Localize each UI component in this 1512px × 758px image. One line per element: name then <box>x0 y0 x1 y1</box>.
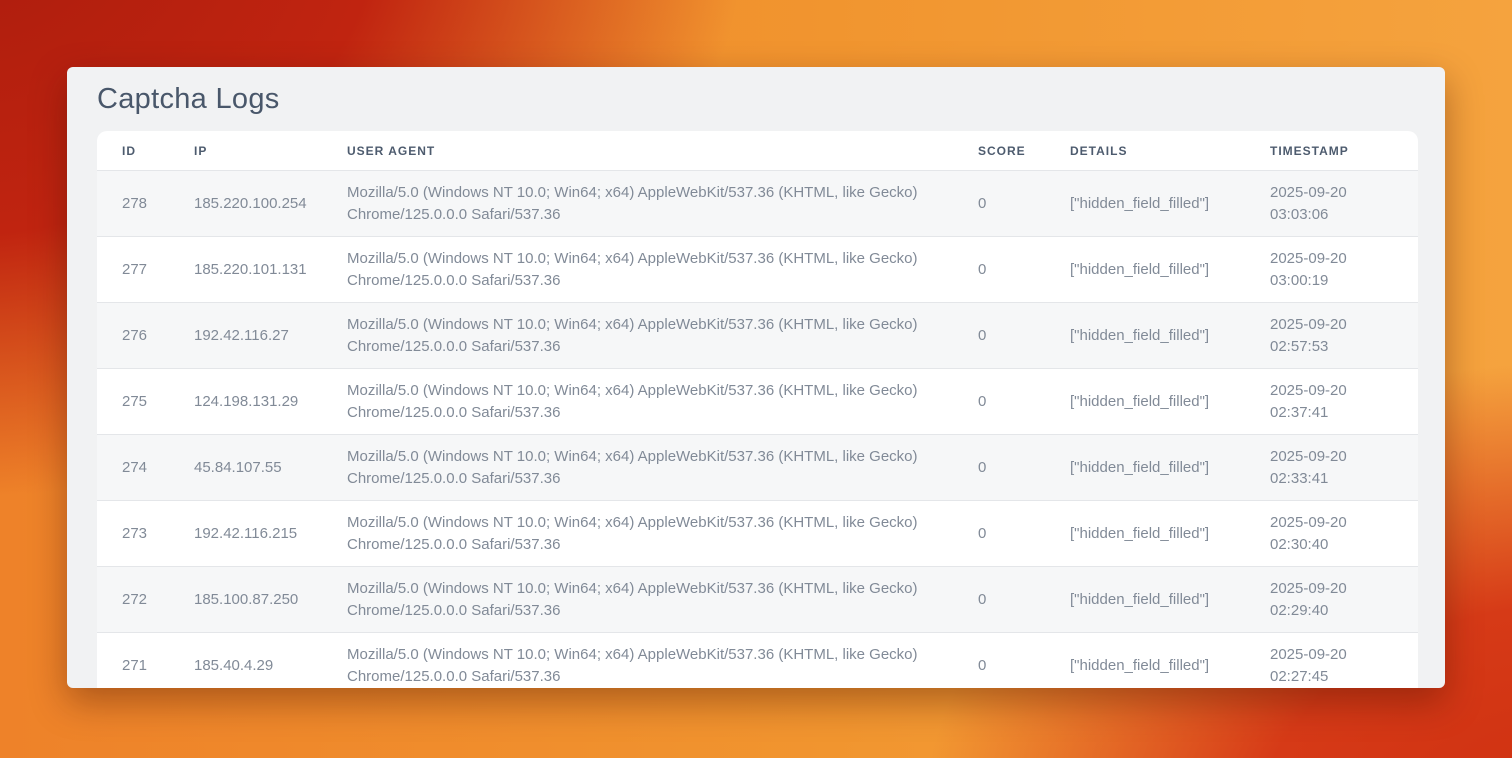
cell-ip: 185.220.101.131 <box>169 237 322 303</box>
cell-user-agent: Mozilla/5.0 (Windows NT 10.0; Win64; x64… <box>322 237 953 303</box>
column-header-score: SCORE <box>953 131 1045 171</box>
cell-id: 272 <box>97 567 169 633</box>
cell-user-agent: Mozilla/5.0 (Windows NT 10.0; Win64; x64… <box>322 171 953 237</box>
table-row: 274 45.84.107.55 Mozilla/5.0 (Windows NT… <box>97 435 1418 501</box>
cell-user-agent: Mozilla/5.0 (Windows NT 10.0; Win64; x64… <box>322 567 953 633</box>
column-header-user-agent: USER AGENT <box>322 131 953 171</box>
cell-details: ["hidden_field_filled"] <box>1045 567 1245 633</box>
cell-user-agent: Mozilla/5.0 (Windows NT 10.0; Win64; x64… <box>322 501 953 567</box>
table-row: 275 124.198.131.29 Mozilla/5.0 (Windows … <box>97 369 1418 435</box>
cell-id: 274 <box>97 435 169 501</box>
cell-details: ["hidden_field_filled"] <box>1045 501 1245 567</box>
cell-user-agent: Mozilla/5.0 (Windows NT 10.0; Win64; x64… <box>322 435 953 501</box>
cell-user-agent: Mozilla/5.0 (Windows NT 10.0; Win64; x64… <box>322 633 953 689</box>
cell-id: 271 <box>97 633 169 689</box>
cell-timestamp: 2025-09-20 02:27:45 <box>1245 633 1418 689</box>
cell-user-agent: Mozilla/5.0 (Windows NT 10.0; Win64; x64… <box>322 303 953 369</box>
cell-details: ["hidden_field_filled"] <box>1045 237 1245 303</box>
table-row: 271 185.40.4.29 Mozilla/5.0 (Windows NT … <box>97 633 1418 689</box>
cell-details: ["hidden_field_filled"] <box>1045 633 1245 689</box>
cell-timestamp: 2025-09-20 03:03:06 <box>1245 171 1418 237</box>
cell-id: 278 <box>97 171 169 237</box>
cell-id: 277 <box>97 237 169 303</box>
logs-table-container: ID IP USER AGENT SCORE DETAILS TIMESTAMP… <box>97 131 1418 688</box>
cell-timestamp: 2025-09-20 02:33:41 <box>1245 435 1418 501</box>
cell-details: ["hidden_field_filled"] <box>1045 369 1245 435</box>
cell-timestamp: 2025-09-20 03:00:19 <box>1245 237 1418 303</box>
cell-ip: 185.40.4.29 <box>169 633 322 689</box>
cell-score: 0 <box>953 171 1045 237</box>
column-header-id: ID <box>97 131 169 171</box>
cell-score: 0 <box>953 567 1045 633</box>
cell-score: 0 <box>953 633 1045 689</box>
column-header-timestamp: TIMESTAMP <box>1245 131 1418 171</box>
table-body: 278 185.220.100.254 Mozilla/5.0 (Windows… <box>97 171 1418 689</box>
cell-details: ["hidden_field_filled"] <box>1045 435 1245 501</box>
cell-details: ["hidden_field_filled"] <box>1045 171 1245 237</box>
column-header-ip: IP <box>169 131 322 171</box>
table-row: 273 192.42.116.215 Mozilla/5.0 (Windows … <box>97 501 1418 567</box>
cell-ip: 192.42.116.215 <box>169 501 322 567</box>
cell-score: 0 <box>953 303 1045 369</box>
captcha-logs-card: Captcha Logs ID IP USER AGENT SCORE DETA… <box>67 67 1445 688</box>
cell-ip: 185.100.87.250 <box>169 567 322 633</box>
cell-score: 0 <box>953 435 1045 501</box>
logs-table: ID IP USER AGENT SCORE DETAILS TIMESTAMP… <box>97 131 1418 688</box>
cell-id: 273 <box>97 501 169 567</box>
cell-score: 0 <box>953 237 1045 303</box>
cell-timestamp: 2025-09-20 02:30:40 <box>1245 501 1418 567</box>
cell-ip: 124.198.131.29 <box>169 369 322 435</box>
page-title: Captcha Logs <box>97 82 1415 116</box>
column-header-details: DETAILS <box>1045 131 1245 171</box>
cell-timestamp: 2025-09-20 02:29:40 <box>1245 567 1418 633</box>
cell-ip: 45.84.107.55 <box>169 435 322 501</box>
cell-user-agent: Mozilla/5.0 (Windows NT 10.0; Win64; x64… <box>322 369 953 435</box>
table-row: 277 185.220.101.131 Mozilla/5.0 (Windows… <box>97 237 1418 303</box>
cell-ip: 192.42.116.27 <box>169 303 322 369</box>
table-row: 276 192.42.116.27 Mozilla/5.0 (Windows N… <box>97 303 1418 369</box>
cell-timestamp: 2025-09-20 02:37:41 <box>1245 369 1418 435</box>
cell-id: 276 <box>97 303 169 369</box>
cell-details: ["hidden_field_filled"] <box>1045 303 1245 369</box>
cell-id: 275 <box>97 369 169 435</box>
table-row: 272 185.100.87.250 Mozilla/5.0 (Windows … <box>97 567 1418 633</box>
cell-ip: 185.220.100.254 <box>169 171 322 237</box>
cell-score: 0 <box>953 501 1045 567</box>
cell-score: 0 <box>953 369 1045 435</box>
table-row: 278 185.220.100.254 Mozilla/5.0 (Windows… <box>97 171 1418 237</box>
cell-timestamp: 2025-09-20 02:57:53 <box>1245 303 1418 369</box>
table-header-row: ID IP USER AGENT SCORE DETAILS TIMESTAMP <box>97 131 1418 171</box>
